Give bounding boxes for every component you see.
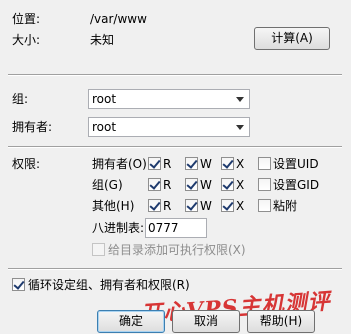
owner-exec-checkbox[interactable] (221, 157, 234, 170)
subdir-exec-label: 给目录添加可执行权限(X) (108, 243, 246, 257)
recursive-checkbox[interactable] (12, 278, 25, 291)
group-write-label: W (200, 178, 212, 192)
other-write-label: W (200, 199, 212, 213)
group-select[interactable]: root (88, 89, 250, 109)
perm-row-group-label: 组(G) (92, 178, 123, 192)
chevron-down-icon (236, 125, 244, 130)
group-select-value: root (92, 92, 117, 106)
sticky-checkbox[interactable] (258, 199, 271, 212)
divider (8, 74, 342, 75)
subdir-exec-checkbox[interactable] (92, 243, 105, 256)
owner-exec-label: X (236, 157, 245, 171)
setuid-label: 设置UID (273, 157, 319, 171)
owner-select-value: root (92, 120, 117, 134)
help-button[interactable]: 帮助(H) (247, 310, 315, 333)
other-exec-checkbox[interactable] (221, 199, 234, 212)
perm-row-owner-label: 拥有者(O) (92, 157, 147, 171)
location-label: 位置: (12, 12, 41, 26)
setuid-checkbox[interactable] (258, 157, 271, 170)
other-read-checkbox[interactable] (148, 199, 161, 212)
location-value: /var/www (90, 12, 147, 26)
other-write-checkbox[interactable] (185, 199, 198, 212)
other-exec-label: X (236, 199, 245, 213)
group-exec-label: X (236, 178, 245, 192)
setgid-label: 设置GID (273, 178, 320, 192)
setgid-checkbox[interactable] (258, 178, 271, 191)
owner-read-label: R (163, 157, 172, 171)
owner-select[interactable]: root (88, 117, 250, 137)
size-label: 大小: (12, 33, 41, 47)
owner-label: 拥有者: (12, 120, 53, 134)
recursive-label: 循环设定组、拥有者和权限(R) (28, 278, 190, 292)
group-exec-checkbox[interactable] (221, 178, 234, 191)
owner-write-checkbox[interactable] (185, 157, 198, 170)
size-value: 未知 (90, 33, 115, 47)
chevron-down-icon (236, 97, 244, 102)
divider (8, 268, 342, 269)
perm-row-other-label: 其他(H) (92, 199, 135, 213)
ok-button[interactable]: 确定 (97, 310, 165, 333)
owner-read-checkbox[interactable] (148, 157, 161, 170)
octal-input[interactable]: 0777 (145, 218, 207, 238)
compute-button[interactable]: 计算(A) (254, 27, 330, 50)
sticky-label: 粘附 (273, 199, 298, 213)
group-label: 组: (12, 92, 29, 106)
divider (8, 146, 342, 147)
permissions-label: 权限: (12, 157, 41, 171)
octal-label: 八进制表: (92, 221, 145, 235)
group-write-checkbox[interactable] (185, 178, 198, 191)
owner-write-label: W (200, 157, 212, 171)
other-read-label: R (163, 199, 172, 213)
group-read-label: R (163, 178, 172, 192)
cancel-button[interactable]: 取消 (172, 310, 240, 333)
group-read-checkbox[interactable] (148, 178, 161, 191)
